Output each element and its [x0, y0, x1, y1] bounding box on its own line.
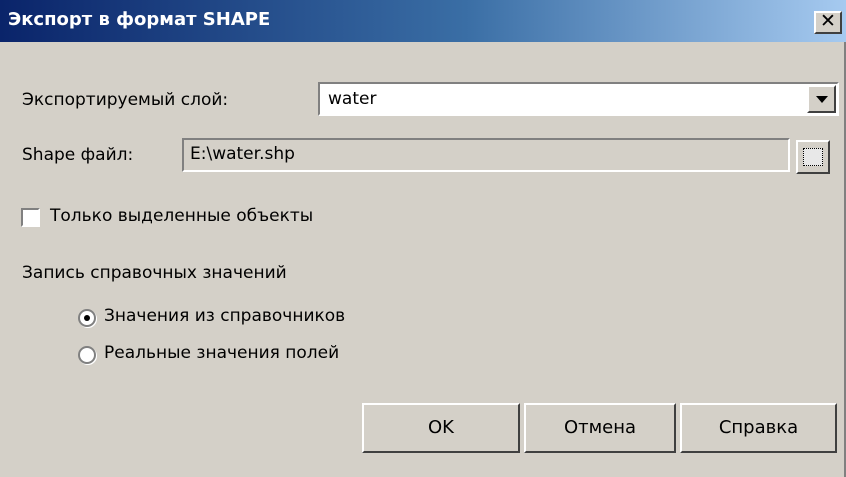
shape-file-path: E:\water.shp	[190, 144, 295, 164]
layer-label: Экспортируемый слой:	[22, 90, 229, 110]
layer-select[interactable]: water	[318, 82, 839, 116]
cancel-button[interactable]: Отмена	[524, 403, 676, 453]
layer-select-value: water	[328, 89, 377, 109]
dialog-title: Экспорт в формат SHAPE	[8, 9, 271, 30]
selected-only-label[interactable]: Только выделенные объекты	[50, 206, 313, 226]
shape-file-field[interactable]: E:\water.shp	[182, 138, 790, 172]
ok-button[interactable]: OK	[362, 403, 520, 453]
reference-values-group-label: Запись справочных значений	[22, 263, 287, 283]
close-icon: ✕	[820, 10, 836, 32]
radio-real-values[interactable]	[78, 346, 96, 364]
export-shape-dialog: Экспорт в формат SHAPE ✕ Экспортируемый …	[0, 0, 846, 477]
help-button[interactable]: Справка	[680, 403, 837, 453]
close-button[interactable]: ✕	[814, 11, 842, 34]
shape-file-label: Shape файл:	[22, 145, 134, 165]
radio-real-values-label[interactable]: Реальные значения полей	[104, 343, 339, 363]
radio-reference-values[interactable]	[78, 309, 96, 327]
browse-button[interactable]	[796, 140, 830, 174]
title-bar[interactable]: Экспорт в формат SHAPE ✕	[0, 0, 846, 42]
radio-reference-values-label[interactable]: Значения из справочников	[104, 306, 345, 326]
chevron-down-icon[interactable]	[807, 85, 836, 113]
selected-only-checkbox[interactable]	[21, 208, 40, 227]
